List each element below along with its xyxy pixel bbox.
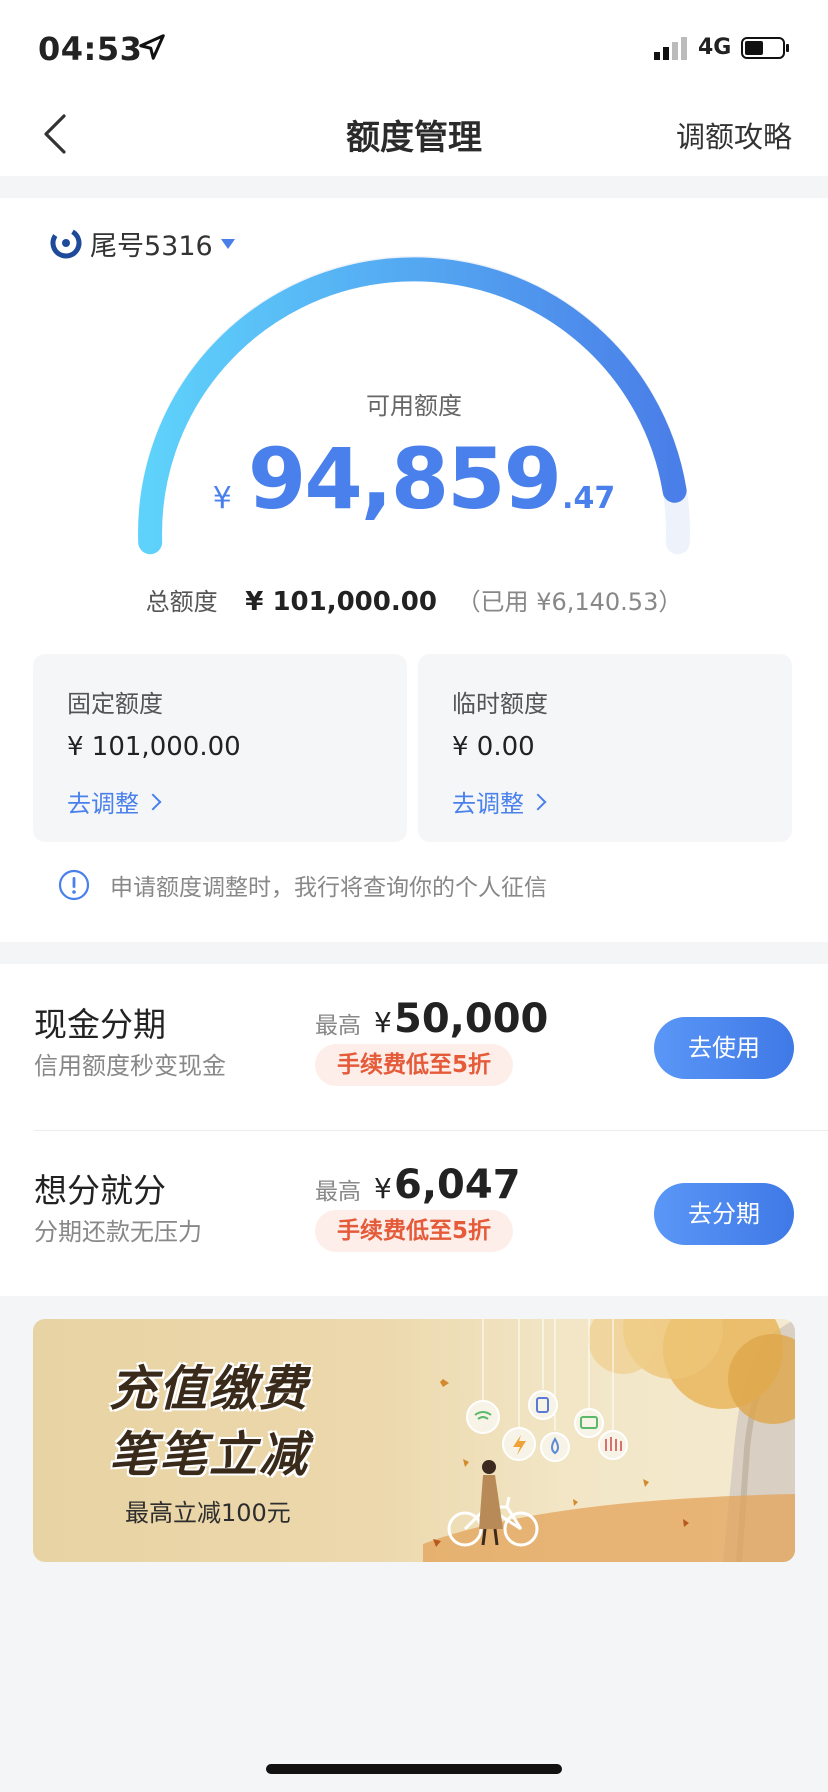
battery-icon <box>741 37 789 59</box>
caret-down-icon <box>220 239 235 249</box>
available-label: 可用额度 <box>366 392 462 420</box>
max-label: 最高 <box>315 1179 361 1205</box>
available-amount-decimal: .47 <box>562 481 616 516</box>
notice-text: 申请额度调整时，我行将查询你的个人征信 <box>110 875 547 901</box>
adjust-label: 去调整 <box>452 790 524 818</box>
adjust-label: 去调整 <box>67 790 139 818</box>
fee-discount-badge: 手续费低至5折 <box>315 1044 514 1086</box>
use-cash-button[interactable]: 去使用 <box>654 1017 794 1079</box>
available-amount: ¥ 94,859 .47 <box>0 430 828 528</box>
total-credit-row: 总额度 ¥ 101,000.00 （已用 ¥6,140.53） <box>0 582 828 617</box>
bank-logo-icon <box>50 227 82 259</box>
flex-installment-title: 想分就分 <box>34 1171 166 1210</box>
divider <box>34 1130 828 1131</box>
available-amount-integer: 94,859 <box>247 430 562 528</box>
location-arrow-icon <box>139 34 165 60</box>
max-currency: ¥ <box>374 1172 392 1205</box>
autumn-illustration <box>423 1319 795 1562</box>
chevron-right-icon <box>144 793 162 810</box>
banner-subtitle: 最高立减100元 <box>125 1499 291 1527</box>
network-type: 4G <box>698 35 732 60</box>
banner-headline-1: 充值缴费 <box>109 1361 310 1417</box>
total-label: 总额度 <box>145 588 218 616</box>
temp-quota-value: ¥ 0.00 <box>452 732 535 762</box>
flex-installment-subtitle: 分期还款无压力 <box>34 1218 202 1246</box>
home-indicator <box>266 1764 562 1774</box>
status-bar: 04:53 4G <box>0 0 828 96</box>
cash-installment-subtitle: 信用额度秒变现金 <box>34 1052 226 1080</box>
fixed-quota-adjust-link[interactable]: 去调整 <box>67 784 162 819</box>
fee-discount-badge: 手续费低至5折 <box>315 1210 514 1252</box>
used-amount: （已用 ¥6,140.53） <box>456 588 683 616</box>
temp-quota-box: 临时额度 ¥ 0.00 去调整 <box>418 654 792 842</box>
go-installment-button[interactable]: 去分期 <box>654 1183 794 1245</box>
fixed-quota-label: 固定额度 <box>67 690 163 718</box>
chevron-right-icon <box>529 793 547 810</box>
max-label: 最高 <box>315 1013 361 1039</box>
promo-banner[interactable]: 充值缴费 笔笔立减 最高立减100元 <box>33 1319 795 1562</box>
banner-headline-2: 笔笔立减 <box>109 1427 310 1483</box>
flex-max-value: 6,047 <box>394 1162 521 1208</box>
fixed-quota-value: ¥ 101,000.00 <box>67 732 241 762</box>
fixed-quota-box: 固定额度 ¥ 101,000.00 去调整 <box>33 654 407 842</box>
status-time: 04:53 <box>38 30 143 68</box>
temp-quota-adjust-link[interactable]: 去调整 <box>452 784 547 819</box>
cash-installment-title: 现金分期 <box>34 1005 166 1044</box>
total-value: ¥ 101,000.00 <box>245 587 437 617</box>
adjust-guide-link[interactable]: 调额攻略 <box>676 114 792 156</box>
credit-check-notice: 申请额度调整时，我行将查询你的个人征信 <box>58 868 547 902</box>
signal-icon <box>654 37 687 60</box>
info-icon <box>58 869 90 901</box>
currency-symbol: ¥ <box>212 481 232 516</box>
cash-max-value: 50,000 <box>394 996 549 1042</box>
max-currency: ¥ <box>374 1006 392 1039</box>
temp-quota-label: 临时额度 <box>452 690 548 718</box>
